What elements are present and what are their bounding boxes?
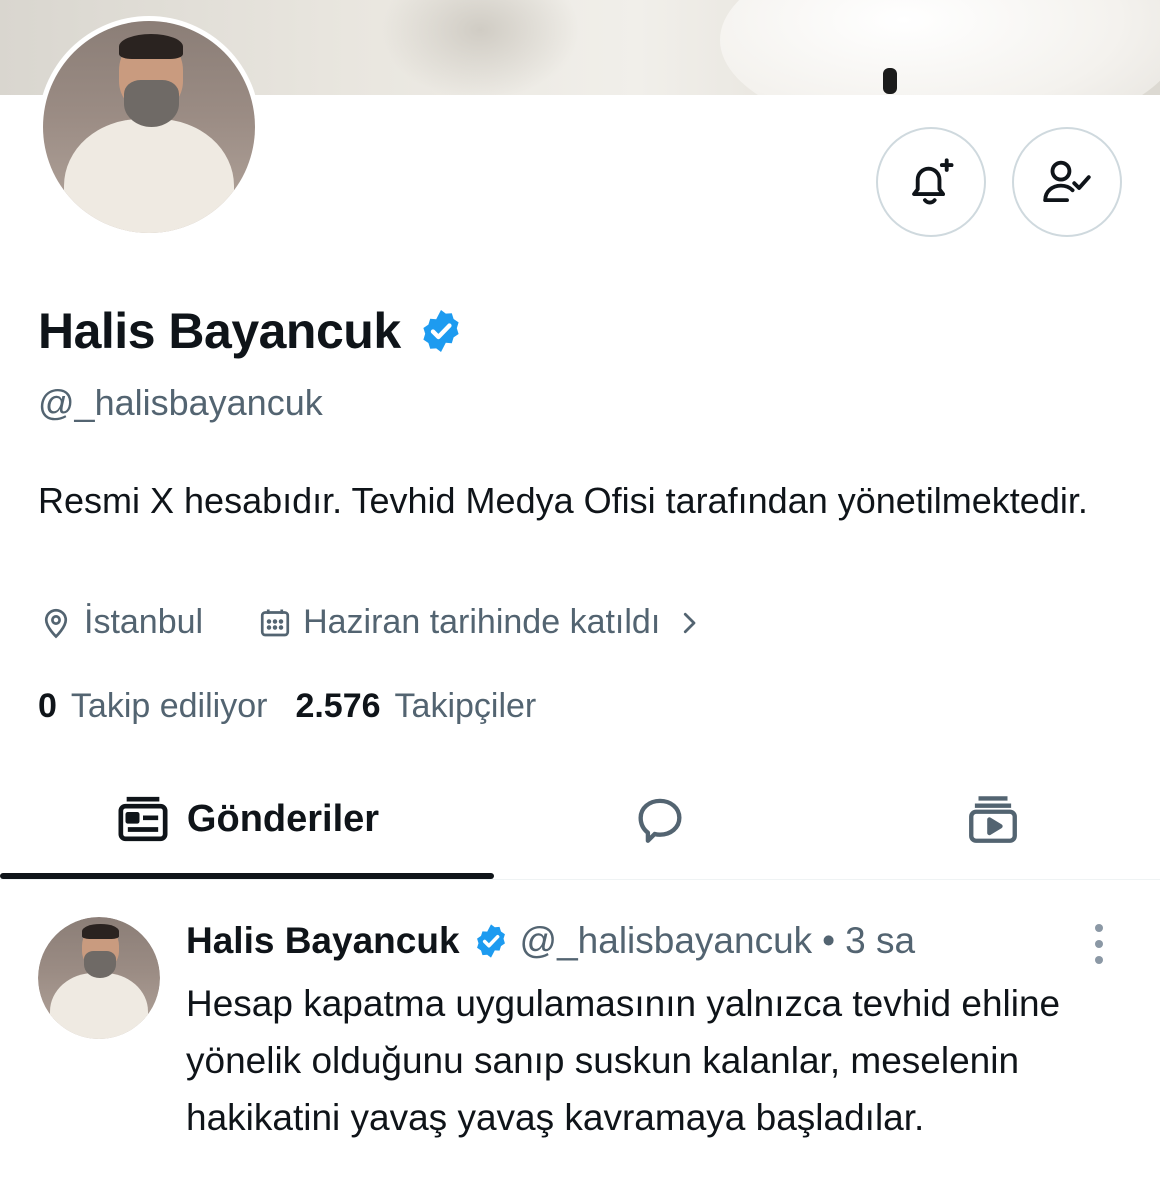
banner-shade [380, 0, 580, 95]
joined-text: Haziran tarihinde katıldı [303, 603, 661, 641]
verified-badge-icon[interactable] [417, 307, 465, 355]
person-check-icon [1043, 160, 1091, 203]
more-options-icon[interactable] [1082, 922, 1116, 966]
post-author-name[interactable]: Halis Bayancuk [186, 920, 460, 962]
followers-count[interactable]: 2.576 [295, 687, 380, 726]
tab-posts[interactable]: Gönderiler [0, 760, 494, 878]
following-count[interactable]: 0 [38, 687, 57, 726]
profile-meta: İstanbul Haziran tarihinde katıldı [38, 603, 714, 642]
post-text: Hesap kapatma uygulamasının yalnızca tev… [186, 983, 1061, 1138]
active-tab-indicator [0, 873, 494, 879]
profile-tabs: Gönderiler [0, 760, 1160, 880]
banner-highlight [720, 0, 1160, 95]
avatar-beard [84, 951, 117, 978]
avatar-beard [123, 80, 179, 127]
following-button[interactable] [1012, 127, 1122, 237]
avatar-body [64, 118, 234, 233]
post-header: Halis Bayancuk @_halisbayancuk • 3 sa [186, 920, 915, 962]
avatar-hair [119, 33, 183, 60]
media-play-icon [969, 796, 1017, 843]
location-pin-icon [44, 608, 68, 638]
follow-stats: 0 Takip ediliyor 2.576 Takipçiler [38, 687, 536, 726]
speech-bubble-icon [638, 798, 682, 843]
following-label[interactable]: Takip ediliyor [71, 687, 268, 726]
bell-plus-icon [912, 158, 954, 205]
tab-replies[interactable] [494, 760, 826, 878]
tab-media[interactable] [826, 760, 1160, 878]
microphone-shape [883, 68, 897, 94]
notify-button[interactable] [876, 127, 986, 237]
followers-label[interactable]: Takipçiler [395, 687, 537, 726]
location-text: İstanbul [84, 603, 204, 641]
post-author-handle[interactable]: @_halisbayancuk [520, 920, 813, 962]
chevron-right-icon [684, 612, 696, 633]
avatar-image [43, 21, 255, 233]
profile-name: Halis Bayancuk [38, 302, 465, 360]
avatar-hair [81, 924, 119, 939]
tab-posts-label: Gönderiler [186, 797, 380, 840]
post-avatar[interactable] [38, 917, 160, 1039]
post-avatar-image [38, 917, 160, 1039]
calendar-icon [260, 609, 290, 636]
joined-item[interactable]: Haziran tarihinde katıldı [257, 603, 714, 642]
posts-icon [118, 796, 168, 842]
verified-badge-icon [476, 924, 505, 958]
profile-handle: @_halisbayancuk [38, 382, 323, 423]
profile-bio: Resmi X hesabıdır. Tevhid Medya Ofisi ta… [38, 480, 1088, 521]
profile-name-text: Halis Bayancuk [38, 303, 401, 359]
profile-avatar[interactable] [38, 16, 260, 238]
location-item: İstanbul [38, 603, 203, 642]
avatar-body [50, 973, 148, 1039]
post-timestamp[interactable]: 3 sa [845, 920, 915, 962]
post-separator: • [822, 920, 836, 961]
